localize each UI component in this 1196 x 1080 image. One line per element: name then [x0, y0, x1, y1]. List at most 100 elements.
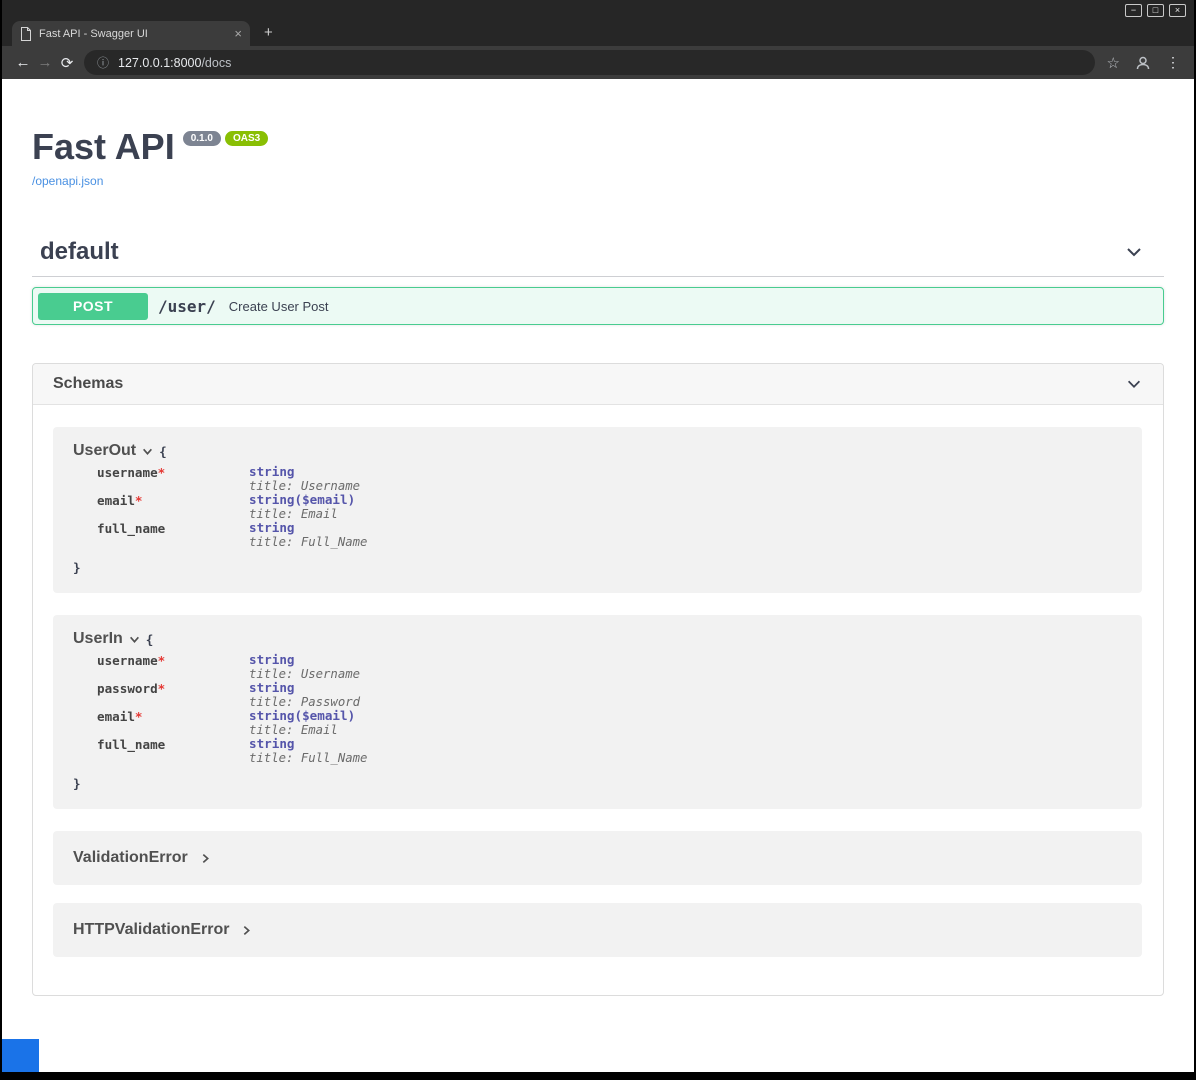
back-icon[interactable]: ← — [12, 54, 34, 71]
required-asterisk: * — [158, 465, 166, 480]
window-bottom-frame — [2, 1072, 1194, 1080]
browser-window: − □ × Fast API - Swagger UI × + ← → ⟳ ⓘ … — [0, 0, 1196, 1080]
model-name: ValidationError — [73, 849, 188, 867]
property-definition: string title: Full_Name — [249, 737, 367, 765]
tag-title: default — [40, 238, 119, 266]
required-asterisk: * — [135, 493, 143, 508]
property-name: full_name — [97, 521, 249, 549]
chevron-down-icon — [129, 634, 140, 645]
maximize-button[interactable]: □ — [1147, 4, 1164, 17]
maximize-icon: □ — [1153, 5, 1158, 15]
bookmark-star-icon[interactable]: ☆ — [1107, 54, 1120, 72]
required-asterisk: * — [158, 653, 166, 668]
page-favicon-icon — [20, 27, 32, 41]
model-properties: username* string title: Username email* … — [97, 465, 1122, 549]
schemas-body: UserOut { username* string title: Userna… — [33, 405, 1163, 995]
property-name: email* — [97, 493, 249, 521]
url-path: /docs — [201, 56, 231, 70]
chevron-down-icon — [1124, 242, 1144, 262]
openapi-spec-link[interactable]: /openapi.json — [32, 174, 103, 188]
profile-icon[interactable] — [1135, 55, 1151, 71]
property-type: string — [249, 681, 360, 695]
address-bar[interactable]: ⓘ 127.0.0.1:8000/docs — [84, 50, 1095, 75]
chevron-right-icon — [241, 925, 252, 936]
schema-property: password* string title: Password — [97, 681, 1122, 709]
tag-header-default[interactable]: default — [32, 228, 1164, 277]
url-text: 127.0.0.1:8000/docs — [118, 56, 231, 70]
oas3-badge: OAS3 — [225, 131, 268, 146]
property-title: title: Full_Name — [249, 535, 367, 549]
schema-property: full_name string title: Full_Name — [97, 521, 1122, 549]
property-definition: string title: Username — [249, 465, 360, 493]
version-badge: 0.1.0 — [183, 131, 221, 146]
schema-property: username* string title: Username — [97, 653, 1122, 681]
schema-property: username* string title: Username — [97, 465, 1122, 493]
tab-strip: Fast API - Swagger UI × + — [2, 20, 1194, 46]
property-type: string($email) — [249, 493, 355, 507]
model-validationerror: ValidationError — [53, 831, 1142, 885]
close-brace: } — [73, 776, 1122, 791]
browser-tab[interactable]: Fast API - Swagger UI × — [12, 21, 250, 46]
model-httpvalidationerror-toggle[interactable]: HTTPValidationError — [73, 921, 1122, 939]
reload-icon[interactable]: ⟳ — [56, 54, 78, 72]
property-definition: string title: Full_Name — [249, 521, 367, 549]
schemas-header[interactable]: Schemas — [33, 364, 1163, 405]
property-type: string — [249, 465, 360, 479]
url-host: 127.0.0.1:8000 — [118, 56, 201, 70]
property-name: full_name — [97, 737, 249, 765]
endpoint-path: /user/ — [158, 297, 216, 316]
model-name: HTTPValidationError — [73, 921, 229, 939]
property-definition: string title: Password — [249, 681, 360, 709]
endpoint-post-user[interactable]: POST /user/ Create User Post — [32, 287, 1164, 325]
property-type: string — [249, 653, 360, 667]
schemas-title: Schemas — [53, 375, 123, 393]
model-properties: username* string title: Username passwor… — [97, 653, 1122, 765]
chevron-down-icon — [1125, 375, 1143, 393]
close-button[interactable]: × — [1169, 4, 1186, 17]
model-userout-toggle[interactable]: UserOut { — [73, 442, 1122, 460]
property-title: title: Email — [249, 507, 355, 521]
schema-property: full_name string title: Full_Name — [97, 737, 1122, 765]
model-name: UserOut — [73, 442, 136, 460]
minimize-button[interactable]: − — [1125, 4, 1142, 17]
site-info-icon[interactable]: ⓘ — [97, 54, 109, 71]
model-userin-toggle[interactable]: UserIn { — [73, 630, 1122, 648]
http-method-badge: POST — [38, 293, 148, 320]
required-asterisk: * — [158, 681, 166, 696]
model-validationerror-toggle[interactable]: ValidationError — [73, 849, 1122, 867]
minimize-icon: − — [1131, 5, 1136, 15]
schema-property: email* string($email) title: Email — [97, 493, 1122, 521]
tag-section-default: default — [32, 228, 1164, 277]
toolbar-right: ☆ ⋮ — [1107, 54, 1180, 72]
open-brace: { — [159, 444, 167, 459]
schemas-section: Schemas UserOut { — [32, 363, 1164, 996]
swagger-page: Fast API0.1.0OAS3 /openapi.json default … — [2, 79, 1194, 1072]
model-userout: UserOut { username* string title: Userna… — [53, 427, 1142, 593]
close-brace: } — [73, 560, 1122, 575]
titlebar: − □ × — [2, 0, 1194, 20]
browser-menu-icon[interactable]: ⋮ — [1166, 54, 1180, 71]
tab-title: Fast API - Swagger UI — [39, 28, 227, 40]
forward-icon[interactable]: → — [34, 54, 56, 71]
close-icon: × — [1175, 5, 1180, 15]
model-name: UserIn — [73, 630, 123, 648]
required-asterisk: * — [135, 709, 143, 724]
status-focus-box — [2, 1039, 39, 1072]
endpoint-summary: Create User Post — [229, 299, 329, 314]
tab-close-icon[interactable]: × — [234, 27, 242, 40]
property-definition: string title: Username — [249, 653, 360, 681]
property-title: title: Password — [249, 695, 360, 709]
property-definition: string($email) title: Email — [249, 493, 355, 521]
model-httpvalidationerror: HTTPValidationError — [53, 903, 1142, 957]
chevron-down-icon — [142, 446, 153, 457]
property-name: password* — [97, 681, 249, 709]
property-title: title: Username — [249, 479, 360, 493]
property-title: title: Email — [249, 723, 355, 737]
property-name: email* — [97, 709, 249, 737]
new-tab-button[interactable]: + — [264, 24, 273, 41]
property-type: string — [249, 521, 367, 535]
api-info: Fast API0.1.0OAS3 /openapi.json — [32, 127, 1164, 190]
model-userin: UserIn { username* string title: Usernam… — [53, 615, 1142, 809]
property-type: string — [249, 737, 367, 751]
property-definition: string($email) title: Email — [249, 709, 355, 737]
